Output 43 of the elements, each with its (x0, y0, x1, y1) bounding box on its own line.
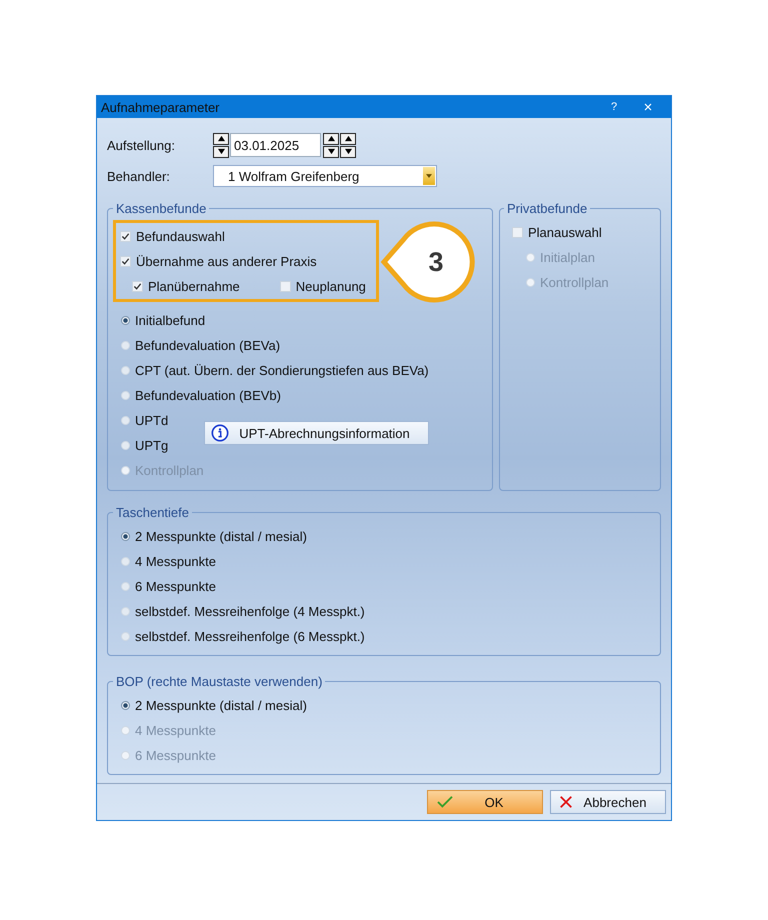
checkbox[interactable]: Übernahme aus anderer Praxis (120, 249, 376, 274)
help-button[interactable]: ? (597, 101, 631, 113)
radio-button[interactable]: 4 Messpunkte (121, 549, 650, 574)
spin-up-icon[interactable] (213, 132, 229, 144)
radio-button[interactable]: 2 Messpunkte (distal / mesial) (121, 693, 650, 718)
radio-button[interactable]: 2 Messpunkte (distal / mesial) (121, 524, 650, 549)
ok-button[interactable]: OK (427, 790, 543, 814)
cancel-button[interactable]: Abbrechen (550, 790, 666, 814)
radio-button[interactable]: Initialbefund (121, 308, 482, 333)
spin-up-icon[interactable] (323, 132, 339, 144)
radio-button[interactable]: Befundevaluation (BEVb) (121, 383, 482, 408)
checkbox[interactable]: Neuplanung (280, 274, 366, 299)
close-icon (559, 795, 573, 809)
check-icon (121, 232, 130, 241)
spin-down-icon[interactable] (323, 146, 339, 158)
group-title: Privatbefunde (506, 201, 588, 216)
info-button[interactable]: UPT-Abrechnungsinformation (204, 421, 429, 445)
check-icon (121, 257, 130, 266)
close-button[interactable]: × (631, 98, 665, 116)
date-field[interactable]: 03.01.2025 (230, 133, 321, 157)
checkbox[interactable]: Planübernahme (132, 274, 240, 299)
checkbox[interactable]: Planauswahl (512, 220, 650, 245)
radio-button[interactable]: 6 Messpunkte (121, 574, 650, 599)
check-icon (133, 282, 142, 291)
info-icon (211, 424, 230, 442)
group-title: BOP (rechte Maustaste verwenden) (115, 674, 324, 689)
radio-button[interactable]: UPTg (121, 433, 168, 458)
spin-up-icon[interactable] (340, 132, 356, 144)
field-label: Aufstellung: (107, 138, 176, 152)
radio-button[interactable]: CPT (aut. Übern. der Sondierungstiefen aus BEVa) (121, 358, 482, 383)
spin-down-icon[interactable] (340, 146, 356, 158)
radio-button[interactable]: selbstdef. Messreihenfolge (6 Messpkt.) (121, 624, 650, 649)
radio-button[interactable]: selbstdef. Messreihenfolge (4 Messpkt.) (121, 599, 650, 624)
group-title: Kassenbefunde (115, 201, 208, 216)
group-title: Taschentiefe (115, 505, 190, 520)
checkbox[interactable]: Befundauswahl (120, 224, 376, 249)
spin-down-icon[interactable] (213, 146, 229, 158)
radio-button[interactable]: UPTd (121, 408, 168, 433)
field-label: Behandler: (107, 168, 171, 184)
radio-button[interactable]: Befundevaluation (BEVa) (121, 333, 482, 358)
checkmark-icon (436, 795, 454, 809)
window-title: Aufnahmeparameter (101, 100, 221, 114)
dropdown-field[interactable]: 1 Wolfram Greifenberg (213, 165, 437, 187)
